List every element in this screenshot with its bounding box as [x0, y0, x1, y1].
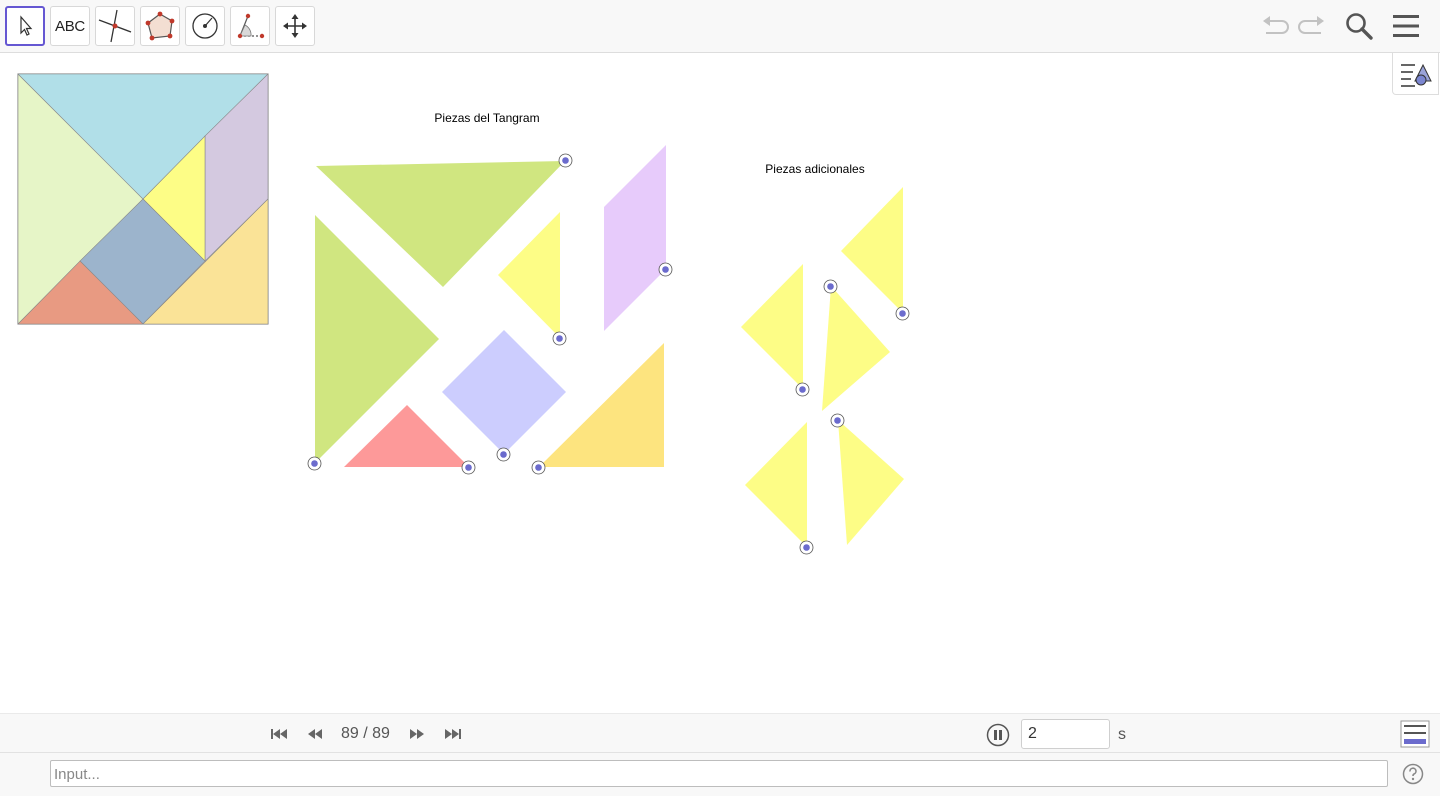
point-handle[interactable] [496, 447, 511, 462]
stylebar-toggle[interactable] [1392, 53, 1439, 95]
pause-button[interactable] [986, 723, 1010, 747]
label-additional-pieces: Piezas adicionales [765, 162, 864, 176]
redo-button[interactable] [1296, 10, 1328, 42]
move-tool[interactable] [5, 6, 45, 46]
label-tangram-pieces: Piezas del Tangram [434, 111, 539, 125]
previous-frame-icon [308, 729, 322, 739]
angle-tool[interactable] [230, 6, 270, 46]
extra-yellow-4[interactable] [745, 422, 807, 547]
move-cross-icon [283, 14, 307, 38]
polygon-tool[interactable] [140, 6, 180, 46]
help-button[interactable] [1402, 763, 1424, 785]
algebra-view-button[interactable] [1400, 720, 1430, 748]
redo-icon [1298, 16, 1324, 34]
point-handle[interactable] [461, 460, 476, 475]
menu-icon [1393, 15, 1419, 37]
graphics-view[interactable]: Piezas del Tangram Piezas adicionales [0, 53, 1440, 713]
toolbar: ABC [0, 0, 1440, 53]
point-handle[interactable] [552, 331, 567, 346]
search-icon [1346, 13, 1373, 40]
extra-yellow-1[interactable] [841, 187, 903, 313]
point-handle[interactable] [795, 382, 810, 397]
point-handle[interactable] [823, 279, 838, 294]
menu-button[interactable] [1390, 10, 1422, 42]
frame-counter: 89 / 89 [341, 725, 390, 742]
first-frame-button[interactable] [268, 724, 290, 744]
graphics-style-icon [1400, 63, 1432, 87]
piece-small-yellow[interactable] [498, 212, 560, 338]
last-frame-button[interactable] [442, 724, 464, 744]
tangram-reference [17, 73, 269, 325]
circle-icon [192, 13, 218, 39]
extra-yellow-5[interactable] [838, 420, 904, 545]
text-tool[interactable]: ABC [50, 6, 90, 46]
algebra-view-icon [1400, 720, 1430, 748]
drawing-canvas[interactable]: Piezas del Tangram Piezas adicionales [0, 53, 1440, 713]
piece-square-periwinkle[interactable] [442, 330, 566, 454]
point-handle[interactable] [307, 456, 322, 471]
angle-icon [237, 13, 265, 39]
intersect-lines-icon [98, 9, 132, 43]
animation-bar: 89 / 89 2 s [0, 713, 1440, 753]
undo-icon [1263, 16, 1289, 34]
undo-button[interactable] [1259, 10, 1291, 42]
speed-unit-label: s [1118, 726, 1126, 743]
first-frame-icon [271, 729, 287, 739]
cursor-arrow-icon [20, 15, 33, 36]
polygon-icon [145, 11, 175, 41]
piece-parallelogram-purple[interactable] [604, 145, 666, 331]
next-frame-button[interactable] [406, 724, 428, 744]
move-view-tool[interactable] [275, 6, 315, 46]
previous-frame-button[interactable] [304, 724, 326, 744]
help-icon [1402, 763, 1424, 785]
intersect-tool[interactable] [95, 6, 135, 46]
extra-yellow-3[interactable] [822, 286, 890, 411]
text-icon: ABC [55, 17, 85, 35]
point-handle[interactable] [799, 540, 814, 555]
point-handle[interactable] [895, 306, 910, 321]
last-frame-icon [445, 729, 461, 739]
search-button[interactable] [1343, 10, 1375, 42]
input-field[interactable]: Input... [50, 760, 1388, 787]
next-frame-icon [410, 729, 424, 739]
input-bar: Input... [0, 753, 1440, 796]
circle-tool[interactable] [185, 6, 225, 46]
pause-icon [986, 723, 1010, 747]
extra-yellow-2[interactable] [741, 264, 803, 389]
point-handle[interactable] [531, 460, 546, 475]
point-handle[interactable] [658, 262, 673, 277]
piece-medium-orange[interactable] [539, 343, 664, 467]
speed-input[interactable]: 2 [1021, 719, 1110, 749]
point-handle[interactable] [558, 153, 573, 168]
point-handle[interactable] [830, 413, 845, 428]
